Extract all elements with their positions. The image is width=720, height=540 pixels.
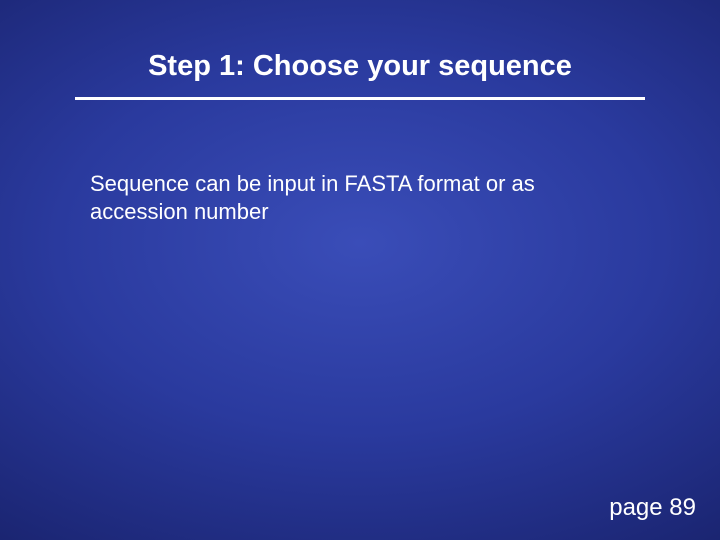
slide-body-text: Sequence can be input in FASTA format or… xyxy=(60,170,620,225)
title-divider xyxy=(75,97,645,100)
page-number: page 89 xyxy=(609,494,696,522)
slide-container: Step 1: Choose your sequence Sequence ca… xyxy=(0,0,720,540)
slide-title: Step 1: Choose your sequence xyxy=(60,50,660,83)
